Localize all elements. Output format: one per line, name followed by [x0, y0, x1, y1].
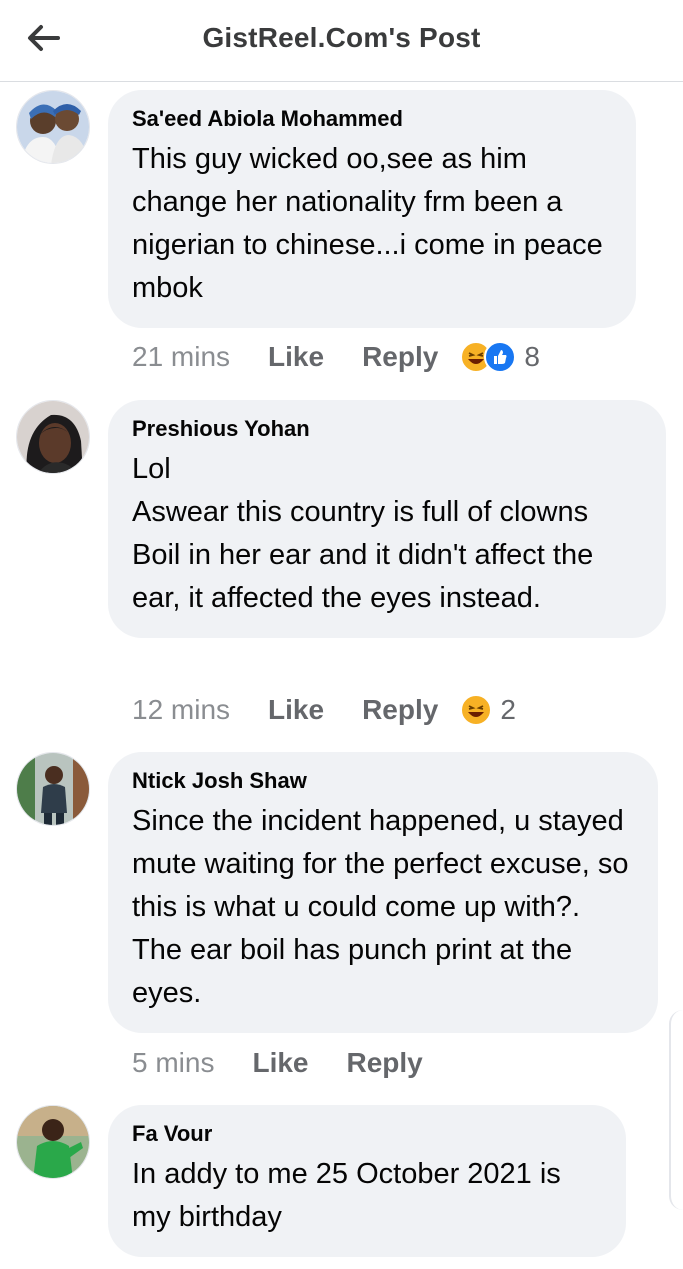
comment-author[interactable]: Ntick Josh Shaw [132, 768, 634, 794]
comment-author[interactable]: Sa'eed Abiola Mohammed [132, 106, 612, 132]
comment-time: 12 mins [132, 694, 231, 725]
avatar[interactable] [16, 90, 90, 164]
top-app-bar: GistReel.Com's Post [0, 0, 683, 82]
reaction-count: 2 [500, 694, 516, 725]
comment-text: Since the incident happened, u stayed mu… [132, 805, 629, 1009]
page-title: GistReel.Com's Post [202, 22, 481, 53]
reply-button[interactable]: Reply [362, 341, 438, 373]
comment-bubble[interactable]: Preshious Yohan Lol Aswear this country … [108, 400, 666, 638]
avatar[interactable] [16, 1105, 90, 1179]
like-button[interactable]: Like [268, 694, 324, 726]
comment-text: This guy wicked oo,see as him change her… [132, 143, 603, 304]
scroll-edge-decoration [669, 1010, 683, 1210]
comment-actions: 12 mins Like Reply 2 [132, 690, 516, 730]
reaction-summary[interactable]: 2 [460, 694, 516, 726]
comment-text: Lol Aswear this country is full of clown… [132, 453, 594, 614]
comment-author[interactable]: Fa Vour [132, 1121, 602, 1147]
reaction-summary[interactable]: 8 [460, 341, 540, 373]
avatar[interactable] [16, 752, 90, 826]
comment-time: 5 mins [132, 1047, 215, 1078]
reaction-count: 8 [524, 341, 540, 372]
reply-button[interactable]: Reply [362, 694, 438, 726]
comment-author[interactable]: Preshious Yohan [132, 416, 642, 442]
comment-bubble[interactable]: Fa Vour In addy to me 25 October 2021 is… [108, 1105, 626, 1257]
comment-actions: 5 mins Like Reply [132, 1043, 461, 1083]
like-button[interactable]: Like [268, 341, 324, 373]
comment-actions: 21 mins Like Reply 8 [132, 337, 540, 377]
comment-bubble[interactable]: Sa'eed Abiola Mohammed This guy wicked o… [108, 90, 636, 328]
like-button[interactable]: Like [252, 1047, 308, 1079]
like-emoji-icon [484, 341, 517, 373]
reply-button[interactable]: Reply [347, 1047, 423, 1079]
comment-text: In addy to me 25 October 2021 is my birt… [132, 1158, 561, 1233]
avatar[interactable] [16, 400, 90, 474]
comment-bubble[interactable]: Ntick Josh Shaw Since the incident happe… [108, 752, 658, 1033]
comment-time: 21 mins [132, 341, 231, 372]
laugh-emoji-icon [460, 694, 493, 726]
